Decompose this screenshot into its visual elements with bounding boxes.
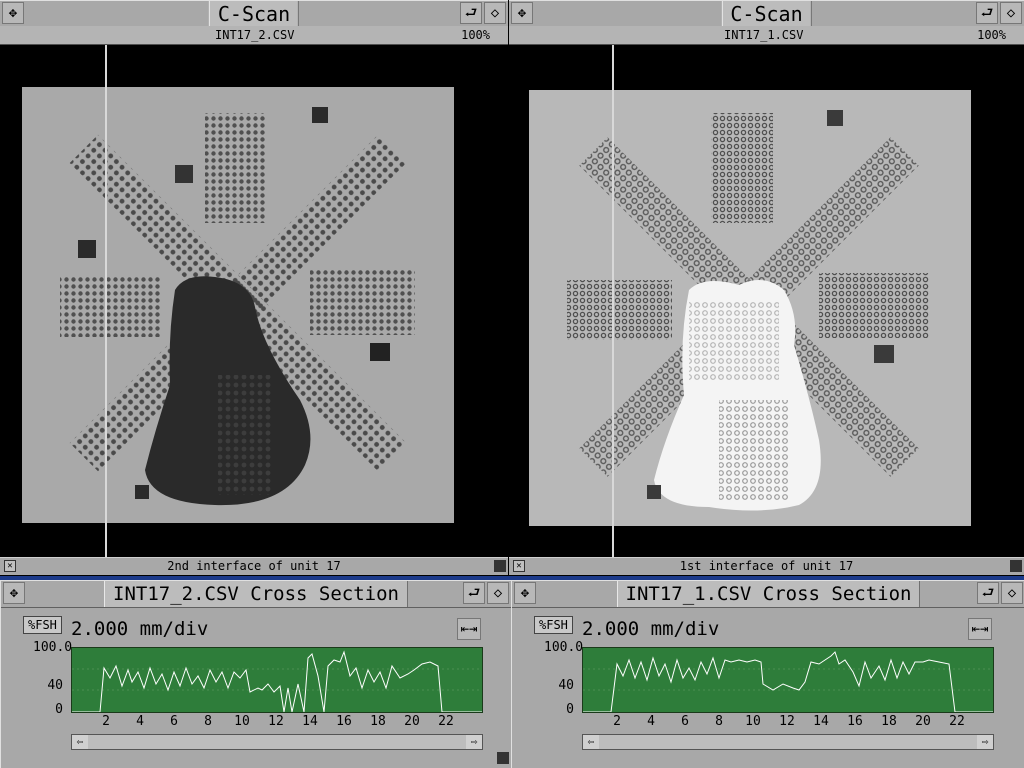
arrow-left-icon[interactable]: ⇦	[72, 735, 88, 749]
left-cscan-filename: INT17_2.CSV	[215, 28, 295, 42]
move-icon[interactable]: ✥	[514, 582, 536, 604]
close-box-icon[interactable]: ✕	[4, 560, 16, 572]
left-cross-title: INT17_2.CSV Cross Section	[104, 581, 408, 607]
left-y-tick-bottom: 0	[55, 702, 63, 717]
left-x-tick: 6	[170, 714, 178, 729]
left-x-tick: 2	[102, 714, 110, 729]
left-scale-label: 2.000 mm/div	[71, 618, 209, 640]
arrow-right-icon[interactable]: ⇨	[466, 735, 482, 749]
resize-box-icon[interactable]	[494, 560, 506, 572]
left-cscan-svg	[22, 45, 454, 557]
arrow-right-icon[interactable]: ⇨	[977, 735, 993, 749]
right-horizontal-scrollbar[interactable]: ⇦ ⇨	[582, 734, 994, 750]
left-x-tick: 12	[268, 714, 284, 729]
right-x-tick: 4	[647, 714, 655, 729]
right-cross-section-window: ✥ INT17_1.CSV Cross Section ⮐ ◇ %FSH 2.0…	[511, 580, 1024, 768]
resize-box-icon[interactable]	[1010, 560, 1022, 572]
move-icon[interactable]: ✥	[2, 2, 24, 24]
left-x-tick: 20	[404, 714, 420, 729]
right-cscan-window: ✥ C-Scan ⮐ ◇ INT17_1.CSV 100% ✕ 1st inte…	[509, 0, 1024, 576]
left-x-tick: 16	[336, 714, 352, 729]
diamond-icon[interactable]: ◇	[1000, 2, 1022, 24]
right-cscan-statusbar: ✕ 1st interface of unit 17	[509, 557, 1024, 575]
resize-box-icon[interactable]	[497, 752, 509, 764]
return-icon[interactable]: ⮐	[977, 582, 999, 604]
left-y-tick-top: 100.0	[33, 640, 73, 655]
right-x-tick: 16	[847, 714, 863, 729]
right-x-tick: 12	[779, 714, 795, 729]
right-y-tick-top: 100.0	[544, 640, 584, 655]
diamond-icon[interactable]: ◇	[1001, 582, 1023, 604]
expand-icon[interactable]: ⇤⇥	[457, 618, 481, 640]
right-cscan-title: C-Scan	[721, 1, 812, 27]
left-cross-section-window: ✥ INT17_2.CSV Cross Section ⮐ ◇ %FSH 2.0…	[0, 580, 511, 768]
left-cscan-window: ✥ C-Scan ⮐ ◇ INT17_2.CSV 100% ✕ 2nd inte…	[0, 0, 508, 576]
right-fsh-button[interactable]: %FSH	[534, 616, 573, 634]
right-cscan-svg	[529, 45, 971, 557]
move-icon[interactable]: ✥	[511, 2, 533, 24]
left-y-tick-mid: 40	[47, 678, 63, 693]
left-cscan-status: 2nd interface of unit 17	[167, 559, 341, 573]
expand-icon[interactable]: ⇤⇥	[968, 618, 992, 640]
left-x-tick: 14	[302, 714, 318, 729]
right-cscan-titlebar[interactable]: ✥ C-Scan ⮐ ◇	[509, 0, 1024, 28]
left-cscan-statusbar: ✕ 2nd interface of unit 17	[0, 557, 508, 575]
right-x-tick: 14	[813, 714, 829, 729]
left-cross-plot	[71, 647, 483, 713]
right-cross-title: INT17_1.CSV Cross Section	[616, 581, 921, 607]
left-x-tick: 4	[136, 714, 144, 729]
right-x-tick: 22	[949, 714, 965, 729]
right-x-tick: 8	[715, 714, 723, 729]
right-y-tick-mid: 40	[558, 678, 574, 693]
left-fsh-button[interactable]: %FSH	[23, 616, 62, 634]
right-cscan-filename: INT17_1.CSV	[724, 28, 804, 42]
right-x-tick: 20	[915, 714, 931, 729]
left-x-tick: 18	[370, 714, 386, 729]
return-icon[interactable]: ⮐	[460, 2, 482, 24]
left-cross-titlebar[interactable]: ✥ INT17_2.CSV Cross Section ⮐ ◇	[1, 580, 511, 608]
left-horizontal-scrollbar[interactable]: ⇦ ⇨	[71, 734, 483, 750]
right-x-tick: 10	[745, 714, 761, 729]
right-cross-trace	[583, 651, 993, 713]
left-cross-trace	[72, 650, 482, 713]
left-x-tick: 8	[204, 714, 212, 729]
right-y-tick-bottom: 0	[566, 702, 574, 717]
return-icon[interactable]: ⮐	[463, 582, 485, 604]
left-cscan-title: C-Scan	[208, 1, 300, 27]
left-cscan-image[interactable]	[0, 45, 508, 557]
right-x-tick: 6	[681, 714, 689, 729]
left-cscan-titlebar[interactable]: ✥ C-Scan ⮐ ◇	[0, 0, 508, 28]
right-cscan-status: 1st interface of unit 17	[679, 559, 854, 573]
close-box-icon[interactable]: ✕	[513, 560, 525, 572]
arrow-left-icon[interactable]: ⇦	[583, 735, 599, 749]
right-cscan-zoom: 100%	[977, 28, 1006, 42]
right-x-tick: 18	[881, 714, 897, 729]
left-cscan-infobar: INT17_2.CSV 100%	[0, 26, 508, 45]
diamond-icon[interactable]: ◇	[484, 2, 506, 24]
right-scale-label: 2.000 mm/div	[582, 618, 720, 640]
diamond-icon[interactable]: ◇	[487, 582, 509, 604]
return-icon[interactable]: ⮐	[976, 2, 998, 24]
left-cscan-zoom: 100%	[461, 28, 490, 42]
right-x-tick: 2	[613, 714, 621, 729]
left-x-tick: 22	[438, 714, 454, 729]
right-cross-plot	[582, 647, 994, 713]
right-cscan-image[interactable]	[509, 45, 1024, 557]
move-icon[interactable]: ✥	[3, 582, 25, 604]
left-x-tick: 10	[234, 714, 250, 729]
right-cross-titlebar[interactable]: ✥ INT17_1.CSV Cross Section ⮐ ◇	[512, 580, 1024, 608]
right-cscan-infobar: INT17_1.CSV 100%	[509, 26, 1024, 45]
